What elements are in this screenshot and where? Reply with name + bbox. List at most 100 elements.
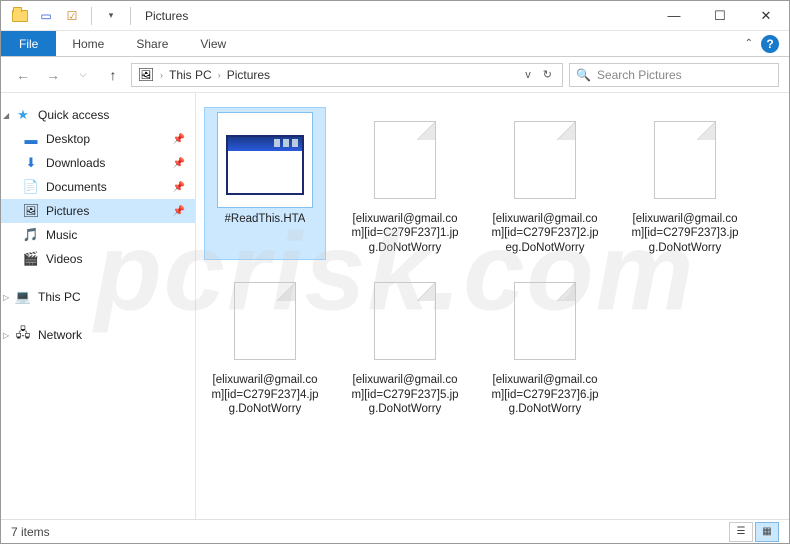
caret-right-icon[interactable]: ▷ [3,331,9,340]
chevron-right-icon[interactable]: › [160,70,163,80]
maximize-button[interactable]: ☐ [697,1,743,31]
item-count: 7 items [11,525,50,539]
generic-file-icon [357,273,453,369]
chevron-right-icon[interactable]: › [218,70,221,80]
body: ◢ ★ Quick access ▬ Desktop 📌 ⬇ Downloads… [1,93,789,519]
pin-icon: 📌 [173,158,185,169]
qat-overflow-icon[interactable]: ▾ [100,5,122,27]
breadcrumb-segment-pictures[interactable]: Pictures [227,68,270,82]
titlebar: ▭ ☑ ▾ Pictures — ☐ ✕ [1,1,789,31]
help-button[interactable]: ? [761,35,779,53]
sidebar-item-label: Pictures [46,204,89,218]
music-icon: 🎵 [23,227,39,243]
sidebar-item-documents[interactable]: 📄 Documents 📌 [1,175,195,199]
generic-file-icon [497,273,593,369]
close-button[interactable]: ✕ [743,1,789,31]
details-view-button[interactable]: ☰ [729,522,753,542]
nav-up-button[interactable]: ↑ [101,63,125,87]
sidebar-item-label: Videos [46,252,82,266]
breadcrumb-box[interactable]: 🖼 › This PC › Pictures v ↻ [131,63,563,87]
sidebar-network[interactable]: ▷ 🖧 Network [1,323,195,347]
file-tile[interactable]: [elixuwaril@gmail.com][id=C279F237]2.jpe… [484,107,606,260]
thumbnails-view-button[interactable]: ▦ [755,522,779,542]
file-name: [elixuwaril@gmail.com][id=C279F237]5.jpg… [349,373,461,416]
sidebar-this-pc[interactable]: ▷ 💻 This PC [1,285,195,309]
tab-home[interactable]: Home [56,31,120,56]
file-tile[interactable]: [elixuwaril@gmail.com][id=C279F237]3.jpg… [624,107,746,260]
explorer-window: ▭ ☑ ▾ Pictures — ☐ ✕ File Home Share Vie… [0,0,790,544]
file-name: [elixuwaril@gmail.com][id=C279F237]2.jpe… [489,212,601,255]
pin-icon: 📌 [173,182,185,193]
qat-checkbox-icon[interactable]: ☑ [61,5,83,27]
tab-view[interactable]: View [184,31,242,56]
quick-access-label: Quick access [38,108,109,122]
file-tile[interactable]: [elixuwaril@gmail.com][id=C279F237]1.jpg… [344,107,466,260]
minimize-button[interactable]: — [651,1,697,31]
file-grid: #ReadThis.HTA [elixuwaril@gmail.com][id=C… [204,107,781,421]
picture-icon: 🖼 [23,203,39,219]
breadcrumb-segment-thispc[interactable]: This PC [169,68,212,82]
file-tile[interactable]: [elixuwaril@gmail.com][id=C279F237]5.jpg… [344,268,466,421]
search-input[interactable]: 🔍 Search Pictures [569,63,779,87]
nav-forward-button[interactable]: → [41,63,65,87]
window-controls: — ☐ ✕ [651,1,789,31]
file-name: #ReadThis.HTA [225,212,306,226]
download-icon: ⬇ [23,155,39,171]
view-switcher: ☰ ▦ [729,522,779,542]
file-name: [elixuwaril@gmail.com][id=C279F237]1.jpg… [349,212,461,255]
caret-right-icon[interactable]: ▷ [3,293,9,302]
sidebar-item-music[interactable]: 🎵 Music [1,223,195,247]
sidebar-item-videos[interactable]: 🎬 Videos [1,247,195,271]
pc-icon: 💻 [15,289,31,305]
refresh-icon[interactable]: ↻ [539,68,556,81]
generic-file-icon [637,112,733,208]
file-name: [elixuwaril@gmail.com][id=C279F237]6.jpg… [489,373,601,416]
window-title: Pictures [145,9,188,23]
ribbon-tabs: File Home Share View ⌃ ? [1,31,789,57]
nav-back-button[interactable]: ← [11,63,35,87]
sidebar-item-label: Desktop [46,132,90,146]
breadcrumb-dropdown-icon[interactable]: v [521,69,535,81]
generic-file-icon [217,273,313,369]
app-icon[interactable] [9,5,31,27]
file-pane[interactable]: #ReadThis.HTA [elixuwaril@gmail.com][id=C… [196,93,789,519]
qat-separator [91,7,92,25]
pin-icon: 📌 [173,206,185,217]
sidebar-quick-access[interactable]: ◢ ★ Quick access [1,103,195,127]
file-tab[interactable]: File [1,31,56,56]
ribbon-right: ⌃ ? [745,31,789,56]
sidebar-item-label: Downloads [46,156,105,170]
location-icon: 🖼 [138,67,154,83]
star-icon: ★ [15,107,31,123]
qat-properties-icon[interactable]: ▭ [35,5,57,27]
file-tile[interactable]: [elixuwaril@gmail.com][id=C279F237]6.jpg… [484,268,606,421]
title-separator [130,7,131,25]
tab-share[interactable]: Share [120,31,184,56]
sidebar-item-desktop[interactable]: ▬ Desktop 📌 [1,127,195,151]
navigation-pane: ◢ ★ Quick access ▬ Desktop 📌 ⬇ Downloads… [1,93,196,519]
this-pc-label: This PC [38,290,81,304]
generic-file-icon [357,112,453,208]
video-icon: 🎬 [23,251,39,267]
network-icon: 🖧 [15,327,31,343]
sidebar-item-label: Music [46,228,77,242]
quick-access-toolbar: ▭ ☑ ▾ Pictures [1,5,188,27]
document-icon: 📄 [23,179,39,195]
file-tile[interactable]: #ReadThis.HTA [204,107,326,260]
search-placeholder: Search Pictures [597,68,682,82]
file-name: [elixuwaril@gmail.com][id=C279F237]3.jpg… [629,212,741,255]
pin-icon: 📌 [173,134,185,145]
nav-recent-dropdown-icon[interactable]: ⌵ [71,63,95,87]
address-bar: ← → ⌵ ↑ 🖼 › This PC › Pictures v ↻ 🔍 Sea… [1,57,789,93]
sidebar-item-downloads[interactable]: ⬇ Downloads 📌 [1,151,195,175]
ribbon-collapse-icon[interactable]: ⌃ [745,38,753,49]
file-name: [elixuwaril@gmail.com][id=C279F237]4.jpg… [209,373,321,416]
desktop-icon: ▬ [23,131,39,147]
hta-file-icon [217,112,313,208]
file-tile[interactable]: [elixuwaril@gmail.com][id=C279F237]4.jpg… [204,268,326,421]
sidebar-item-label: Documents [46,180,107,194]
caret-down-icon[interactable]: ◢ [3,111,9,120]
sidebar-item-pictures[interactable]: 🖼 Pictures 📌 [1,199,195,223]
generic-file-icon [497,112,593,208]
status-bar: 7 items ☰ ▦ [1,519,789,543]
